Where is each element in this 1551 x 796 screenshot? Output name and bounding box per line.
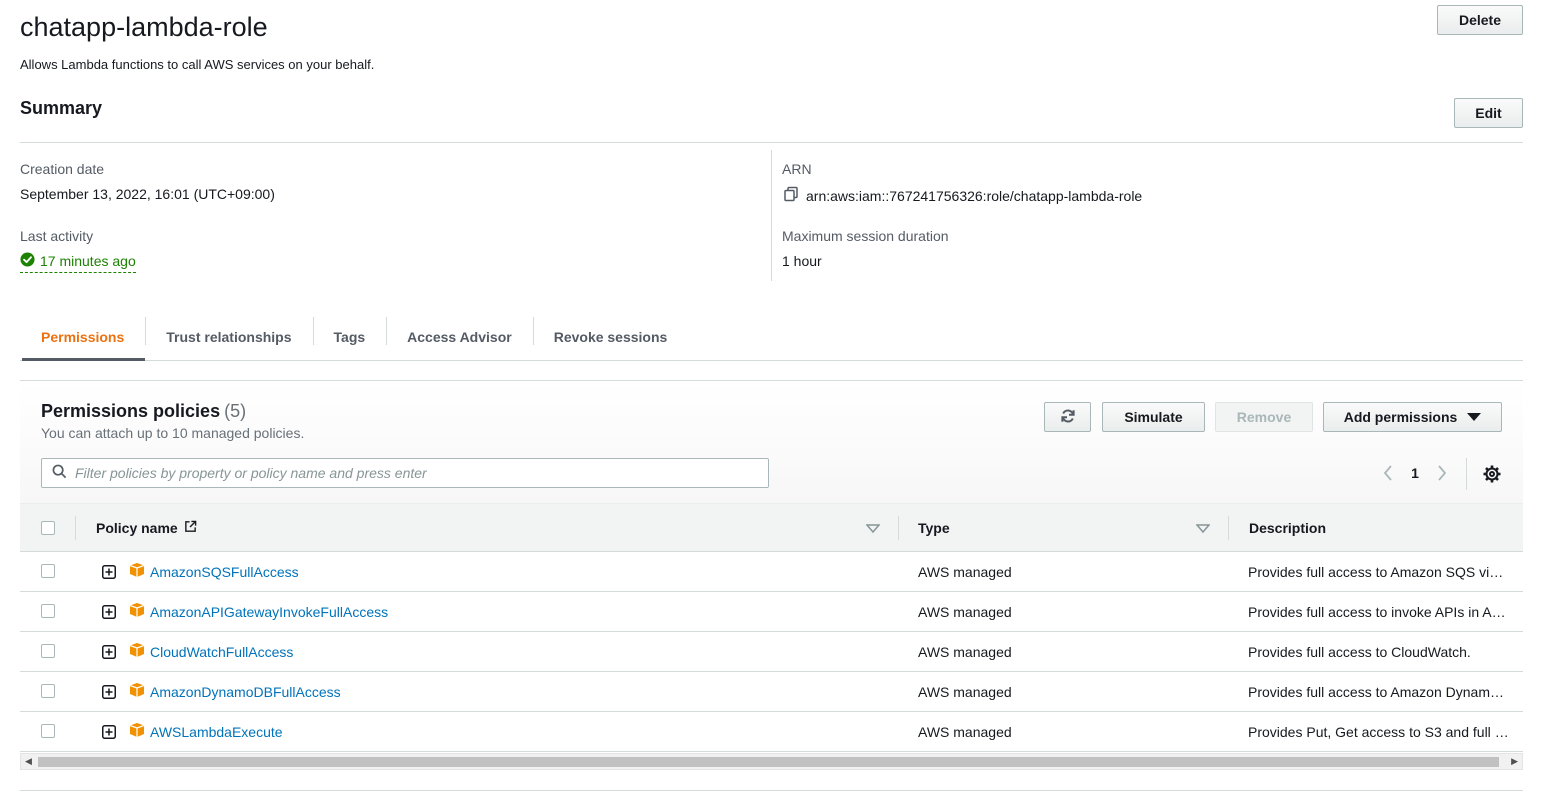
table-row: AmazonSQSFullAccess AWS managed Provides… [20, 552, 1523, 592]
package-icon [129, 723, 145, 737]
gear-icon[interactable] [1481, 463, 1503, 485]
edit-button[interactable]: Edit [1454, 98, 1523, 128]
tab-trust-relationships[interactable]: Trust relationships [145, 313, 312, 360]
last-activity-label: Last activity [20, 228, 94, 244]
policy-type: AWS managed [918, 684, 1012, 700]
column-description[interactable]: Description [1249, 504, 1326, 552]
table-row: AmazonAPIGatewayInvokeFullAccess AWS man… [20, 592, 1523, 632]
package-icon [129, 603, 145, 617]
last-activity-value[interactable]: 17 minutes ago [20, 252, 136, 273]
page-number[interactable]: 1 [1398, 465, 1432, 481]
last-activity-text: 17 minutes ago [40, 253, 136, 269]
row-checkbox[interactable] [41, 604, 55, 618]
policy-description: Provides full access to invoke APIs in A… [1248, 604, 1510, 620]
table-row: AWSLambdaExecute AWS managed Provides Pu… [20, 712, 1523, 752]
tab-bar: Permissions Trust relationships Tags Acc… [20, 313, 1523, 361]
policy-description: Provides Put, Get access to S3 and full … [1248, 724, 1510, 740]
expand-plus-icon[interactable] [102, 685, 116, 699]
row-checkbox[interactable] [41, 724, 55, 738]
chevron-left-icon[interactable] [1378, 461, 1398, 485]
remove-button[interactable]: Remove [1215, 402, 1313, 432]
search-input[interactable] [75, 465, 755, 481]
table-header: Policy name Type Description [20, 503, 1523, 552]
refresh-button[interactable] [1044, 402, 1091, 432]
tab-permissions[interactable]: Permissions [20, 313, 146, 361]
horizontal-scrollbar[interactable]: ◀ ▶ [20, 753, 1523, 770]
refresh-icon [1060, 408, 1076, 427]
policies-count: (5) [224, 401, 247, 421]
scrollbar-thumb[interactable] [38, 757, 1499, 767]
add-permissions-label: Add permissions [1343, 409, 1458, 425]
max-session-label: Maximum session duration [782, 228, 949, 244]
column-policy-name[interactable]: Policy name [96, 504, 197, 552]
expand-plus-icon[interactable] [102, 605, 116, 619]
policy-name-link[interactable]: AmazonSQSFullAccess [150, 564, 299, 580]
sort-type-icon[interactable] [1196, 504, 1210, 552]
scroll-right-icon[interactable]: ▶ [1511, 756, 1518, 767]
page-title: chatapp-lambda-role [20, 12, 268, 42]
select-all-checkbox[interactable] [41, 504, 55, 552]
tab-tags[interactable]: Tags [312, 313, 387, 360]
panel-header: Permissions policies (5) You can attach u… [20, 381, 1523, 503]
package-icon [129, 683, 145, 697]
caret-down-icon [1467, 409, 1482, 425]
policy-type: AWS managed [918, 564, 1012, 580]
max-session-value: 1 hour [782, 253, 822, 269]
arn-label: ARN [782, 161, 812, 177]
add-permissions-button[interactable]: Add permissions [1323, 402, 1502, 432]
simulate-button[interactable]: Simulate [1102, 402, 1205, 432]
column-policy-name-label: Policy name [96, 520, 178, 536]
policy-type: AWS managed [918, 724, 1012, 740]
table-row: CloudWatchFullAccess AWS managed Provide… [20, 632, 1523, 672]
sort-policy-name-icon[interactable] [866, 504, 880, 552]
policies-title: Permissions policies [41, 401, 221, 421]
policy-description: Provides full access to Amazon SQS via t… [1248, 564, 1510, 580]
search-icon [52, 464, 67, 482]
creation-date-value: September 13, 2022, 16:01 (UTC+09:00) [20, 186, 275, 202]
policy-filter [41, 458, 769, 488]
scroll-left-icon[interactable]: ◀ [25, 756, 32, 767]
row-checkbox[interactable] [41, 564, 55, 578]
package-icon [129, 563, 145, 577]
column-type[interactable]: Type [918, 504, 950, 552]
policy-name-link[interactable]: AmazonAPIGatewayInvokeFullAccess [150, 604, 388, 620]
row-checkbox[interactable] [41, 684, 55, 698]
policy-name-link[interactable]: AWSLambdaExecute [150, 724, 283, 740]
policy-description: Provides full access to CloudWatch. [1248, 644, 1471, 660]
delete-button[interactable]: Delete [1437, 5, 1523, 35]
policy-type: AWS managed [918, 644, 1012, 660]
policy-description: Provides full access to Amazon DynamoDB … [1248, 684, 1510, 700]
policies-description: You can attach up to 10 managed policies… [41, 425, 305, 441]
creation-date-label: Creation date [20, 161, 105, 177]
pagination: 1 [1378, 461, 1452, 485]
arn-value: arn:aws:iam::767241756326:role/chatapp-l… [783, 186, 1142, 205]
package-icon [129, 643, 145, 657]
policy-name-link[interactable]: AmazonDynamoDBFullAccess [150, 684, 341, 700]
expand-plus-icon[interactable] [102, 565, 116, 579]
policies-heading: Permissions policies (5) [41, 401, 246, 422]
summary-divider [20, 142, 1523, 143]
summary-column-divider [771, 150, 772, 281]
permissions-policies-panel: Permissions policies (5) You can attach u… [20, 380, 1523, 796]
check-circle-icon [20, 252, 35, 270]
external-link-icon [184, 520, 197, 536]
expand-plus-icon[interactable] [102, 725, 116, 739]
panel-bottom-divider [20, 790, 1523, 791]
tab-revoke-sessions[interactable]: Revoke sessions [532, 313, 689, 360]
arn-text: arn:aws:iam::767241756326:role/chatapp-l… [806, 187, 1143, 204]
row-checkbox[interactable] [41, 644, 55, 658]
table-row: AmazonDynamoDBFullAccess AWS managed Pro… [20, 672, 1523, 712]
tab-access-advisor[interactable]: Access Advisor [386, 313, 533, 360]
expand-plus-icon[interactable] [102, 645, 116, 659]
summary-heading: Summary [20, 98, 103, 118]
pagination-divider [1466, 458, 1467, 490]
policy-name-link[interactable]: CloudWatchFullAccess [150, 644, 293, 660]
policy-type: AWS managed [918, 604, 1012, 620]
role-description: Allows Lambda functions to call AWS serv… [20, 57, 375, 72]
copy-icon[interactable] [783, 186, 799, 205]
chevron-right-icon[interactable] [1432, 461, 1452, 485]
